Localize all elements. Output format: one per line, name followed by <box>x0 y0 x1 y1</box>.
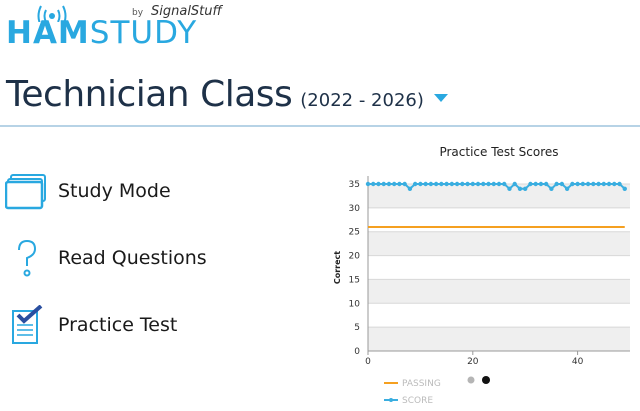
legend-page-dot[interactable] <box>467 376 475 384</box>
score-point <box>460 181 465 187</box>
y-tick-label: 0 <box>354 347 360 357</box>
practice-score-chart: Practice Test Scores 0 5 10 15 20 25 30 35 0 20 40 C… <box>320 140 640 407</box>
chart-band <box>368 279 630 304</box>
score-point <box>428 181 434 187</box>
chart-svg: Practice Test Scores 0 5 10 15 20 25 30 35 0 20 40 C… <box>333 145 630 406</box>
score-point <box>596 181 601 187</box>
score-point <box>533 181 538 187</box>
test-checkmark-icon <box>4 302 50 348</box>
score-point <box>617 181 622 187</box>
score-point <box>418 181 423 187</box>
score-point <box>507 186 512 191</box>
score-point <box>465 181 470 187</box>
score-point <box>491 181 496 187</box>
score-point <box>454 181 460 187</box>
score-point <box>486 181 491 187</box>
score-point <box>407 186 413 191</box>
score-point <box>470 181 475 187</box>
score-point <box>371 181 376 187</box>
menu-label: Practice Test <box>58 314 178 336</box>
chart-band <box>368 327 630 351</box>
score-point <box>481 181 486 187</box>
y-tick-label: 20 <box>349 252 361 262</box>
score-point <box>564 186 570 191</box>
menu-item-read-questions[interactable]: Read Questions <box>4 235 284 281</box>
logo-brand: SignalStuff <box>151 4 222 19</box>
score-point <box>402 181 407 187</box>
logo-by: by <box>132 8 144 18</box>
score-point <box>386 181 392 187</box>
score-point <box>475 181 481 187</box>
logo-study: STUDY <box>89 15 198 51</box>
legend-label-passing: PASSING <box>402 379 441 389</box>
y-tick-label: 35 <box>349 180 360 190</box>
score-point <box>512 181 517 187</box>
score-point <box>612 181 617 187</box>
score-point <box>392 181 397 187</box>
logo-wordmark: HAMSTUDY <box>6 18 197 49</box>
y-tick-label: 5 <box>354 323 360 333</box>
hamstudy-logo[interactable]: HAMSTUDY by SignalStuff <box>6 4 236 54</box>
x-tick-label: 0 <box>365 357 371 367</box>
legend-marker-score <box>389 398 393 402</box>
score-point <box>523 186 528 191</box>
score-point <box>570 181 575 187</box>
menu-item-practice-test[interactable]: Practice Test <box>4 302 284 348</box>
menu-label: Study Mode <box>58 180 171 202</box>
chevron-down-icon[interactable] <box>433 93 448 102</box>
score-point <box>543 181 549 187</box>
y-tick-label: 10 <box>349 299 361 309</box>
score-point <box>538 181 544 187</box>
score-point <box>496 181 502 187</box>
score-point <box>376 181 381 187</box>
score-point <box>439 181 444 187</box>
score-point <box>575 181 580 187</box>
score-point <box>585 181 591 187</box>
menu-item-study-mode[interactable]: Study Mode <box>4 168 284 214</box>
y-tick-label: 15 <box>349 275 360 285</box>
page-title: Technician Class <box>6 74 293 115</box>
question-mark-icon <box>4 235 50 281</box>
score-point <box>444 181 449 187</box>
score-point <box>449 181 455 187</box>
flashcards-icon <box>4 168 50 214</box>
x-tick-label: 40 <box>572 357 584 367</box>
legend-page-dot-active[interactable] <box>482 376 490 384</box>
score-point <box>502 181 507 187</box>
score-point <box>622 186 627 191</box>
x-tick-label: 20 <box>467 357 479 367</box>
menu-label: Read Questions <box>58 247 207 269</box>
score-point <box>559 181 565 187</box>
score-point <box>580 181 586 187</box>
exam-years: (2022 - 2026) <box>300 90 424 111</box>
score-point <box>606 181 612 187</box>
chart-band <box>368 231 630 256</box>
score-point <box>433 181 439 187</box>
y-axis-label: Correct <box>333 251 342 284</box>
legend-label-score: SCORE <box>402 396 433 406</box>
score-point <box>423 181 428 187</box>
page-header: Technician Class (2022 - 2026) <box>6 74 448 118</box>
score-point <box>365 181 371 187</box>
y-tick-label: 25 <box>349 228 360 238</box>
score-point <box>381 181 386 187</box>
y-tick-label: 30 <box>349 204 361 214</box>
score-point <box>601 181 606 187</box>
score-point <box>549 186 554 191</box>
score-point <box>528 181 533 187</box>
chart-title: Practice Test Scores <box>439 145 558 159</box>
score-point <box>412 181 418 187</box>
logo-ham: HAM <box>6 15 90 51</box>
score-point <box>554 181 559 187</box>
score-point <box>397 181 402 187</box>
score-point <box>591 181 596 187</box>
score-point <box>517 186 523 191</box>
header-divider <box>0 125 640 127</box>
